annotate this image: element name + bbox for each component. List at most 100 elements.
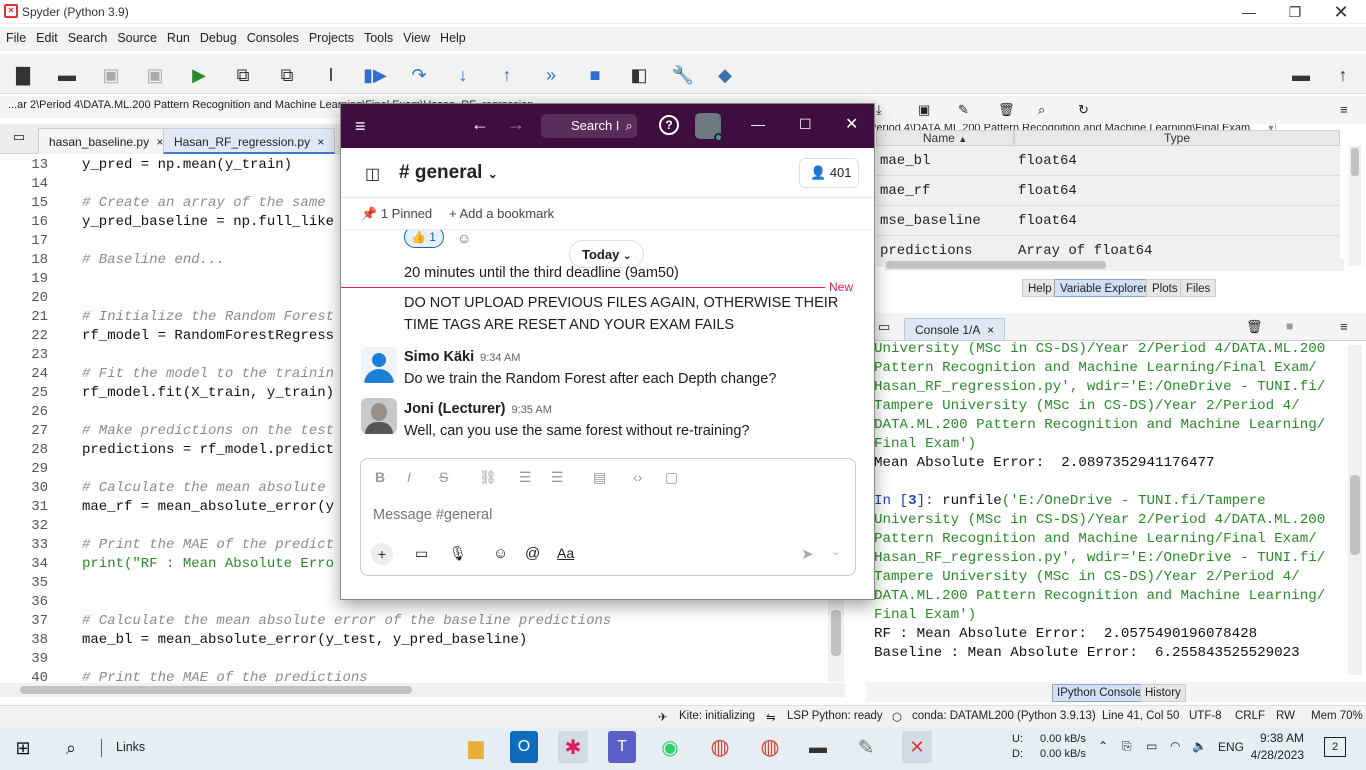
author-name[interactable]: Joni (Lecturer) [404, 401, 506, 417]
interrupt-kernel-icon[interactable]: ■ [1286, 319, 1293, 333]
browse-tabs-icon[interactable]: ▭ [10, 128, 28, 146]
bold-icon[interactable]: B [375, 469, 385, 485]
remove-variables-icon[interactable]: 🗑 [1246, 319, 1263, 335]
step-return-icon[interactable]: ↑ [494, 62, 520, 88]
slack-maximize-icon[interactable]: ☐ [799, 116, 812, 133]
tab-hasan-rf-regression[interactable]: Hasan_RF_regression.py × [163, 128, 336, 154]
column-header-name[interactable]: Name ▲ [876, 130, 1014, 146]
chevron-down-icon[interactable]: ⌄ [831, 545, 840, 558]
code-line[interactable]: # Create an array of the same [82, 195, 326, 211]
stop-debug-icon[interactable]: ■ [582, 62, 608, 88]
plus-icon[interactable]: + [371, 543, 393, 565]
chevron-up-icon[interactable]: ⌃ [1098, 739, 1108, 753]
code-line[interactable]: # Initialize the Random Forest [82, 309, 334, 325]
menu-item[interactable]: Consoles [241, 27, 303, 45]
menu-item[interactable]: Debug [194, 27, 241, 45]
battery-icon[interactable]: ▭ [1146, 739, 1157, 753]
close-tab-icon[interactable]: × [987, 323, 994, 337]
timestamp[interactable]: 9:35 AM [512, 404, 552, 416]
preferences-wrench-icon[interactable]: 🔧 [670, 62, 696, 88]
variable-row[interactable]: mae_rf float64 [876, 176, 1346, 206]
sidebar-toggle-icon[interactable]: ◫ [365, 164, 380, 184]
add-bookmark-button[interactable]: + Add a bookmark [449, 206, 554, 221]
menu-item[interactable]: Search [62, 27, 112, 45]
members-button[interactable]: 👤 401 [799, 158, 859, 188]
channel-name[interactable]: # general ⌄ [399, 162, 498, 184]
slack-icon[interactable]: ✱ [558, 731, 588, 763]
tab-console-1a[interactable]: Console 1/A × [904, 318, 1006, 341]
variable-scrollbar[interactable] [1349, 146, 1361, 266]
back-arrow-icon[interactable]: ← [471, 114, 489, 135]
debug-icon[interactable]: ▮▶ [362, 62, 388, 88]
run-selection-icon[interactable]: I [318, 62, 344, 88]
code-line[interactable]: mae_rf = mean_absolute_error(y [82, 499, 334, 515]
python-path-icon[interactable]: ◆ [712, 62, 738, 88]
volume-icon[interactable]: 🔈 [1192, 739, 1207, 753]
microphone-icon[interactable]: 🎙 [449, 545, 467, 562]
code-line[interactable]: # Print the MAE of the predictions [82, 670, 368, 682]
user-avatar[interactable] [695, 113, 723, 142]
code-line[interactable]: predictions = rf_model.predict [82, 442, 334, 458]
new-file-icon[interactable]: ▇ [10, 62, 36, 88]
terminal-icon[interactable]: ▬ [804, 731, 832, 763]
minimize-icon[interactable]: — [1226, 0, 1272, 24]
options-menu-icon[interactable]: ≡ [1340, 319, 1348, 334]
reaction-thumbs-up[interactable]: 👍 1 [404, 230, 444, 248]
menu-item[interactable]: Edit [30, 27, 62, 45]
code-line[interactable]: print("RF : Mean Absolute Erro [82, 556, 334, 572]
step-over-icon[interactable]: ↷ [406, 62, 432, 88]
tab-files[interactable]: Files [1180, 279, 1217, 297]
search-icon[interactable]: ⌕ [1038, 102, 1045, 118]
variable-hscrollbar[interactable] [884, 259, 1344, 271]
tab-help[interactable]: Help [1022, 279, 1058, 297]
menu-item[interactable]: Run [161, 27, 194, 45]
code-line[interactable]: # Baseline end... [82, 252, 225, 268]
run-icon[interactable]: ▶ [186, 62, 212, 88]
message-input[interactable]: Message #general [373, 507, 492, 523]
links-toolbar[interactable]: Links [116, 740, 145, 754]
spyder-taskbar-icon[interactable]: ✕ [902, 731, 932, 763]
code-line[interactable]: # Print the MAE of the predict [82, 537, 334, 553]
options-menu-icon[interactable]: ≡ [1340, 102, 1348, 117]
menu-item[interactable]: Tools [358, 27, 397, 45]
variable-row[interactable]: mse_baseline float64 [876, 206, 1346, 236]
add-reaction-icon[interactable]: ☺ [457, 230, 471, 246]
run-cell-icon[interactable]: ⧉ [230, 62, 256, 88]
strikethrough-icon[interactable]: S [439, 469, 448, 485]
slack-search-input[interactable]: Search I ⌕ [541, 114, 637, 138]
code-line[interactable]: # Make predictions on the test [82, 423, 334, 439]
author-name[interactable]: Simo Käki [404, 349, 474, 365]
avatar[interactable] [361, 347, 397, 383]
save-data-as-icon[interactable]: ✎ [958, 102, 969, 118]
ordered-list-icon[interactable]: ☰ [519, 469, 532, 486]
code-block-icon[interactable]: ▢ [665, 469, 678, 486]
ipython-console[interactable]: University (MSc in CS-DS)/Year 2/Period … [866, 341, 1350, 679]
code-line[interactable]: mae_bl = mean_absolute_error(y_test, y_p… [82, 632, 527, 648]
send-icon[interactable]: ➤ [801, 545, 814, 563]
code-line[interactable]: # Fit the model to the trainin [82, 366, 334, 382]
continue-icon[interactable]: » [538, 62, 564, 88]
tab-ipython-console[interactable]: IPython Console [1052, 684, 1147, 702]
maximize-pane-icon[interactable]: ◧ [626, 62, 652, 88]
help-icon[interactable]: ? [659, 115, 679, 135]
code-line[interactable]: y_pred_baseline = np.full_like [82, 214, 334, 230]
variable-row[interactable]: mae_bl float64 [876, 146, 1346, 176]
bullet-list-icon[interactable]: ☰ [551, 469, 564, 486]
menu-item[interactable]: File [0, 27, 30, 45]
forward-arrow-icon[interactable]: → [507, 114, 525, 135]
code-icon[interactable]: ‹› [633, 469, 642, 485]
video-icon[interactable]: ▭ [415, 545, 428, 562]
refresh-icon[interactable]: ↻ [1078, 102, 1089, 118]
notifications-icon[interactable]: 2 [1324, 737, 1346, 757]
close-tab-icon[interactable]: × [317, 135, 324, 149]
code-line[interactable]: y_pred = np.mean(y_train) [82, 157, 292, 173]
search-icon[interactable]: ⌕ [60, 737, 82, 759]
tab-variable-explorer[interactable]: Variable Explorer [1054, 279, 1154, 297]
formatting-toggle[interactable]: Aa [557, 545, 574, 561]
parent-directory-icon[interactable]: ↑ [1330, 62, 1356, 88]
italic-icon[interactable]: I [407, 469, 411, 485]
outlook-icon[interactable]: O [510, 731, 538, 763]
column-header-type[interactable]: Type [1014, 130, 1340, 146]
slack-close-icon[interactable]: ✕ [845, 114, 858, 134]
import-data-icon[interactable]: ⤓ [876, 102, 882, 118]
